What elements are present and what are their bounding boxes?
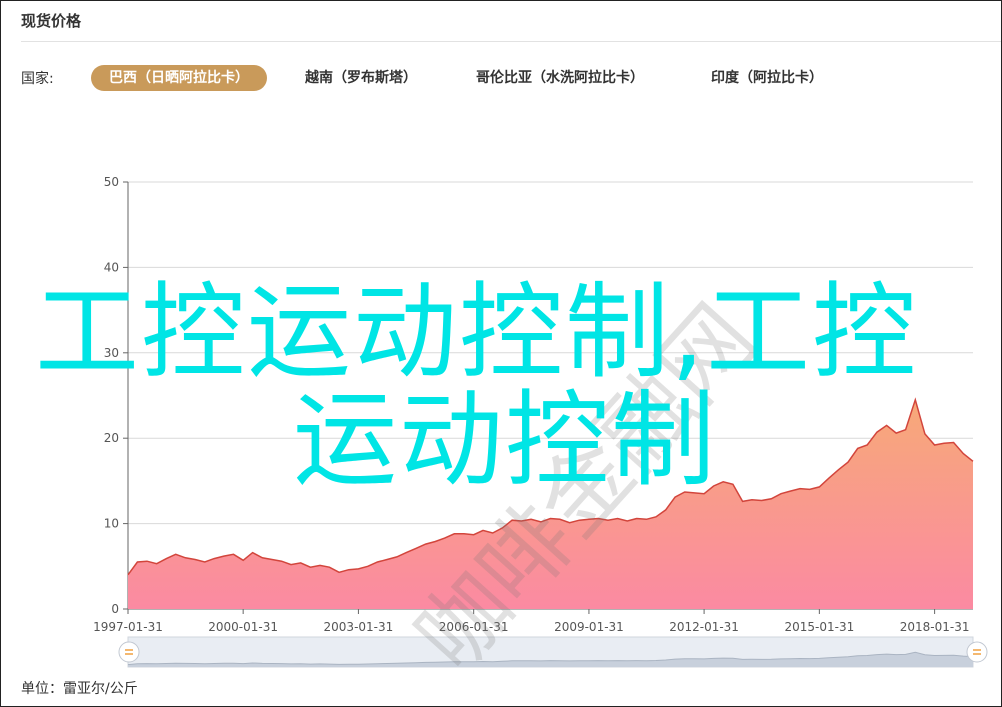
x-tick-label: 2015-01-31: [784, 620, 854, 634]
x-tick-label: 2009-01-31: [554, 620, 624, 634]
x-tick-label: 2000-01-31: [208, 620, 278, 634]
chart-panel: 现货价格 国家: 巴西（日晒阿拉比卡） 越南（罗布斯塔） 哥伦比亚（水洗阿拉比卡…: [0, 0, 1002, 707]
unit-label: 单位：雷亚尔/公斤: [21, 681, 138, 697]
x-tick-label: 2012-01-31: [669, 620, 739, 634]
x-tick-label: 2003-01-31: [324, 620, 394, 634]
y-tick-label: 50: [104, 175, 119, 189]
price-area-chart: 0 10 20 30 40 50 1997-01-31 2000-01-31 2003-01-3…: [93, 175, 988, 668]
zoom-handle-right[interactable]: [966, 641, 988, 663]
y-tick-label: 20: [104, 431, 119, 445]
x-tick-label: 1997-01-31: [93, 620, 163, 634]
y-tick-label: 30: [104, 346, 119, 360]
zoom-handle-left[interactable]: [118, 641, 140, 663]
x-tick-label: 2018-01-31: [900, 620, 970, 634]
series-area: [128, 399, 973, 609]
y-tick-label: 10: [104, 517, 119, 531]
y-tick-label: 40: [104, 260, 119, 274]
y-tick-label: 0: [111, 602, 119, 616]
x-tick-label: 2006-01-31: [439, 620, 509, 634]
